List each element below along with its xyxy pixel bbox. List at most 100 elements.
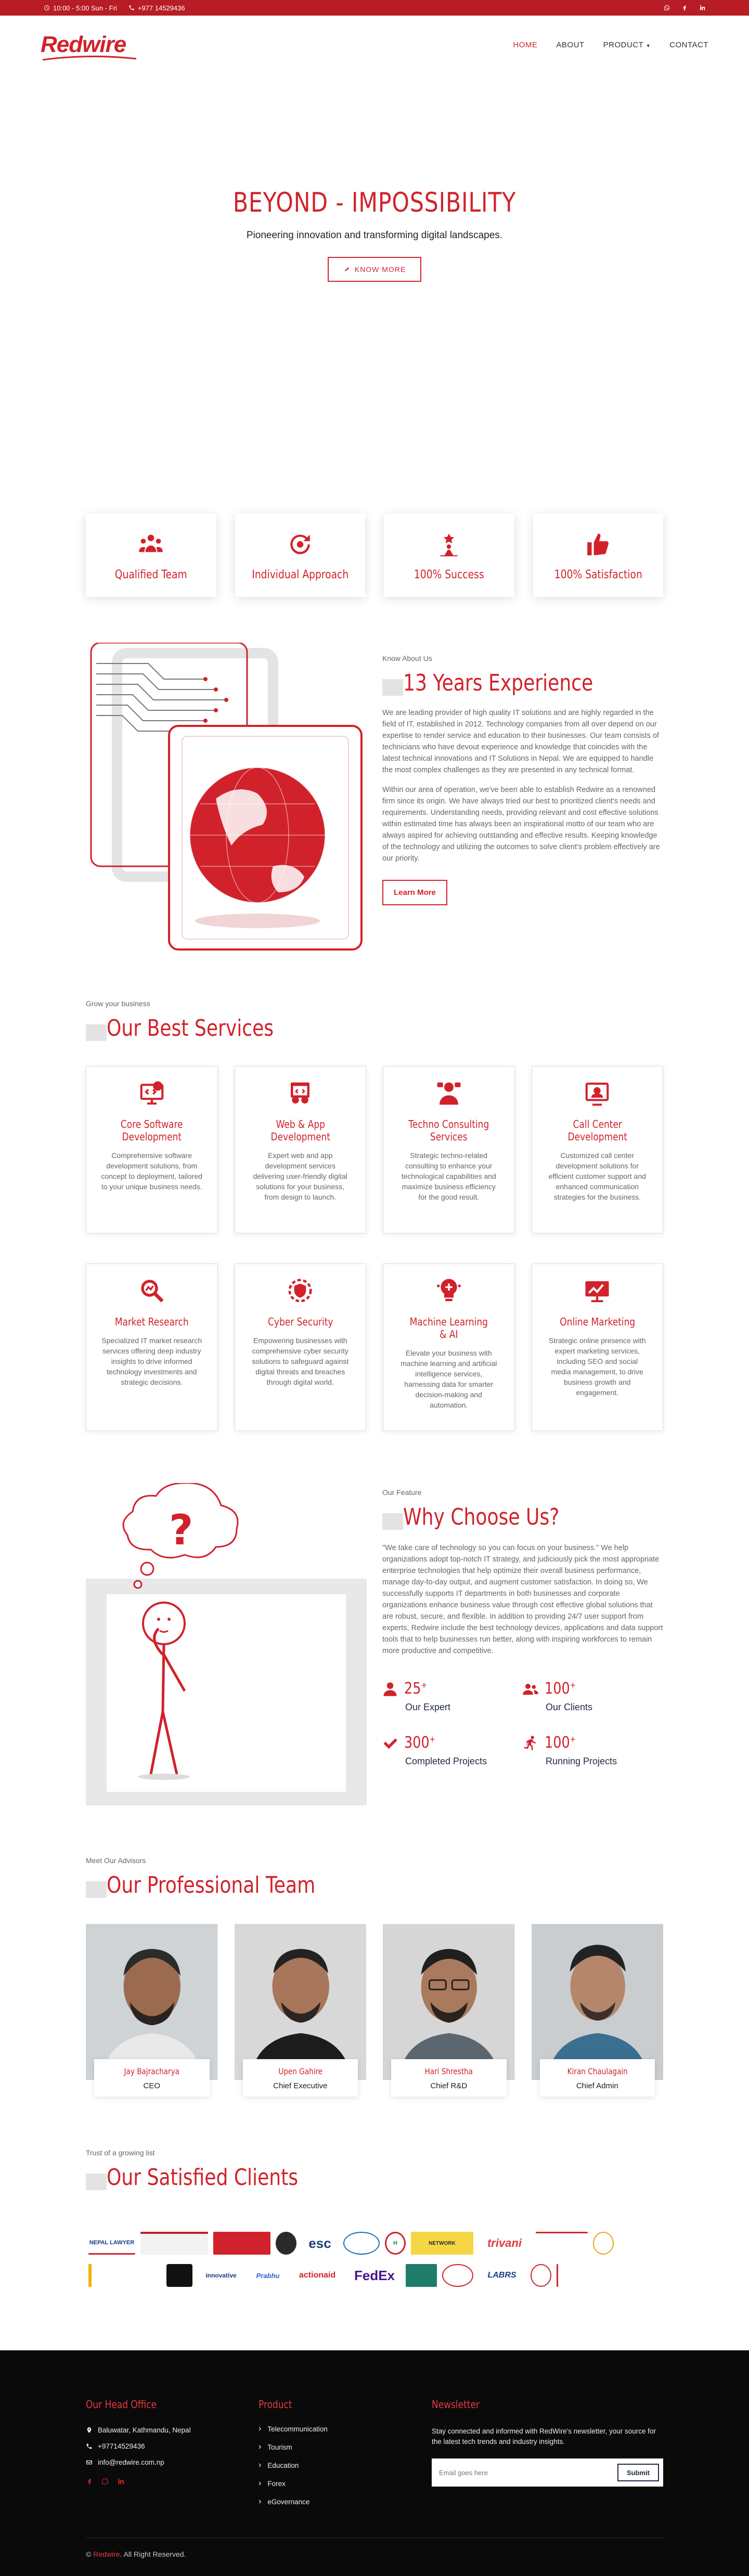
location-icon [87, 2427, 92, 2433]
client-logos-row: NEPAL LAWYER esc H NETWORK trivani [88, 2231, 661, 2256]
service-desc: Elevate your business with machine learn… [401, 1349, 497, 1409]
service-card[interactable]: Techno Consulting Services Strategic tec… [383, 1066, 515, 1233]
about-title-wrap: 13 Years Experience [382, 670, 663, 696]
hours-text: 10:00 - 5:00 Sun - Fri [53, 4, 117, 12]
nav-product[interactable]: PRODUCT ▼ [603, 41, 651, 49]
title-accent-bar [382, 679, 403, 696]
services-eyebrow: Grow your business [86, 999, 150, 1008]
service-desc: Comprehensive software development solut… [101, 1151, 203, 1191]
footer-product-link[interactable]: Telecommunication [259, 2424, 328, 2434]
team-member[interactable]: Hari Shrestha Chief R&D [383, 1924, 515, 2101]
member-photo [383, 1924, 515, 2080]
team-eyebrow: Meet Our Advisors [86, 1856, 146, 1865]
client-logo [593, 2232, 614, 2255]
footer-product-link[interactable]: Forex [259, 2479, 328, 2488]
stat-value: 100 [545, 1734, 570, 1752]
member-card: Upen Gahire Chief Executive [242, 2059, 358, 2097]
stat-value: 300 [404, 1734, 430, 1752]
service-title: Machine Learning & AI [409, 1316, 488, 1341]
service-card[interactable]: Web & App Development Expert web and app… [234, 1066, 366, 1233]
why-paragraph: "We take care of technology so you can f… [382, 1544, 663, 1655]
services-title: Our Best Services [107, 1015, 274, 1042]
team-member[interactable]: Kiran Chaulagain Chief Admin [531, 1924, 663, 2101]
phone-info[interactable]: +977 14529436 [128, 4, 185, 12]
client-logo [88, 2264, 161, 2287]
services-grid-row-1: Core Software Development Comprehensive … [86, 1066, 663, 1233]
footer-social [86, 2478, 191, 2485]
service-title: Online Marketing [559, 1316, 635, 1328]
feature-cards: Qualified Team Individual Approach 100% … [86, 514, 663, 597]
service-card[interactable]: Core Software Development Comprehensive … [86, 1066, 218, 1233]
about-paragraph-1: We are leading provider of high quality … [382, 709, 659, 774]
footer-news-text: Stay connected and informed with RedWire… [432, 2427, 656, 2445]
team-title: Our Professional Team [107, 1872, 316, 1898]
team-member[interactable]: Jay Bajracharya CEO [86, 1924, 218, 2101]
service-title: Call Center Development [567, 1118, 627, 1143]
client-logos-row: innovative Prabhu actionaid FedEx LABRS [88, 2263, 661, 2288]
client-logo: innovative [205, 2272, 237, 2279]
stat-value: 25 [404, 1680, 421, 1698]
stat-label: Completed Projects [405, 1756, 487, 1766]
footer-office-title: Our Head Office [86, 2398, 157, 2411]
footer-email[interactable]: info@redwire.com.np [86, 2458, 191, 2466]
linkedin-icon[interactable] [117, 2478, 124, 2485]
newsletter-email-input[interactable] [439, 2468, 617, 2477]
why-title: Why Choose Us? [403, 1504, 560, 1530]
linkedin-icon[interactable] [699, 5, 705, 11]
consulting-icon [437, 1082, 461, 1105]
stat-value: 100 [545, 1680, 570, 1698]
member-photo [234, 1924, 366, 2080]
title-accent-bar [86, 1024, 107, 1041]
service-card[interactable]: Market Research Specialized IT market re… [86, 1264, 218, 1431]
client-logo [557, 2264, 614, 2287]
software-icon [140, 1081, 164, 1105]
check-icon [383, 1738, 397, 1749]
about-paragraph-2: Within our area of operation, we've been… [382, 786, 660, 863]
feature-card: 100% Satisfaction [533, 514, 663, 597]
team-member[interactable]: Upen Gahire Chief Executive [234, 1924, 366, 2101]
clients-title: Our Satisfied Clients [107, 2164, 299, 2191]
client-logo: NETWORK [411, 2232, 473, 2255]
service-card[interactable]: Online Marketing Strategic online presen… [531, 1264, 663, 1431]
why-section: Our Feature Why Choose Us? "We take care… [382, 1488, 663, 1767]
whatsapp-icon[interactable] [664, 5, 670, 11]
know-more-button[interactable]: KNOW MORE [327, 257, 422, 282]
client-logos: NEPAL LAWYER esc H NETWORK trivani innov… [88, 2231, 661, 2295]
approach-icon [290, 535, 310, 554]
nav-home[interactable]: HOME [513, 41, 537, 49]
service-card[interactable]: Cyber Security Empowering businesses wit… [234, 1264, 366, 1431]
newsletter-form: Submit [432, 2458, 663, 2487]
feature-label: 100% Satisfaction [554, 568, 642, 581]
team-icon [139, 535, 163, 552]
client-logo [276, 2232, 296, 2255]
copyright-brand[interactable]: Redwire [93, 2550, 120, 2558]
whatsapp-icon[interactable] [101, 2478, 109, 2485]
clients-header: Trust of a growing list Our Satisfied Cl… [86, 2149, 398, 2191]
service-card[interactable]: Machine Learning & AI Elevate your busin… [383, 1264, 515, 1431]
service-title: Cyber Security [267, 1316, 333, 1328]
client-logo: LABRS [487, 2271, 516, 2280]
link-icon [344, 267, 349, 271]
team-grid: Jay Bajracharya CEO Upen Gahire Chief Ex… [86, 1924, 663, 2101]
newsletter-submit-button[interactable]: Submit [617, 2464, 659, 2481]
member-role: Chief R&D [430, 2081, 468, 2090]
nav-contact[interactable]: CONTACT [669, 41, 708, 49]
footer-product-link[interactable]: eGovernance [259, 2497, 328, 2506]
footer-product-link[interactable]: Education [259, 2461, 328, 2470]
nav-about[interactable]: ABOUT [556, 41, 584, 49]
footer-phone[interactable]: +97714529436 [86, 2442, 191, 2450]
footer-email-text: info@redwire.com.np [98, 2458, 164, 2466]
learn-more-button[interactable]: Learn More [382, 880, 447, 905]
member-role: Chief Executive [273, 2081, 328, 2090]
facebook-icon[interactable] [86, 2478, 93, 2485]
footer-product-link[interactable]: Tourism [259, 2442, 328, 2452]
why-eyebrow: Our Feature [382, 1488, 422, 1497]
redwire-logo[interactable]: Redwire [41, 32, 136, 61]
service-desc: Customized call center development solut… [548, 1151, 646, 1201]
user-icon [383, 1682, 397, 1696]
client-logo: esc [308, 2235, 331, 2251]
service-card[interactable]: Call Center Development Customized call … [531, 1066, 663, 1233]
facebook-icon[interactable] [681, 5, 688, 11]
service-desc: Empowering businesses with comprehensive… [252, 1336, 349, 1386]
team-title-wrap: Our Professional Team [86, 1872, 398, 1898]
